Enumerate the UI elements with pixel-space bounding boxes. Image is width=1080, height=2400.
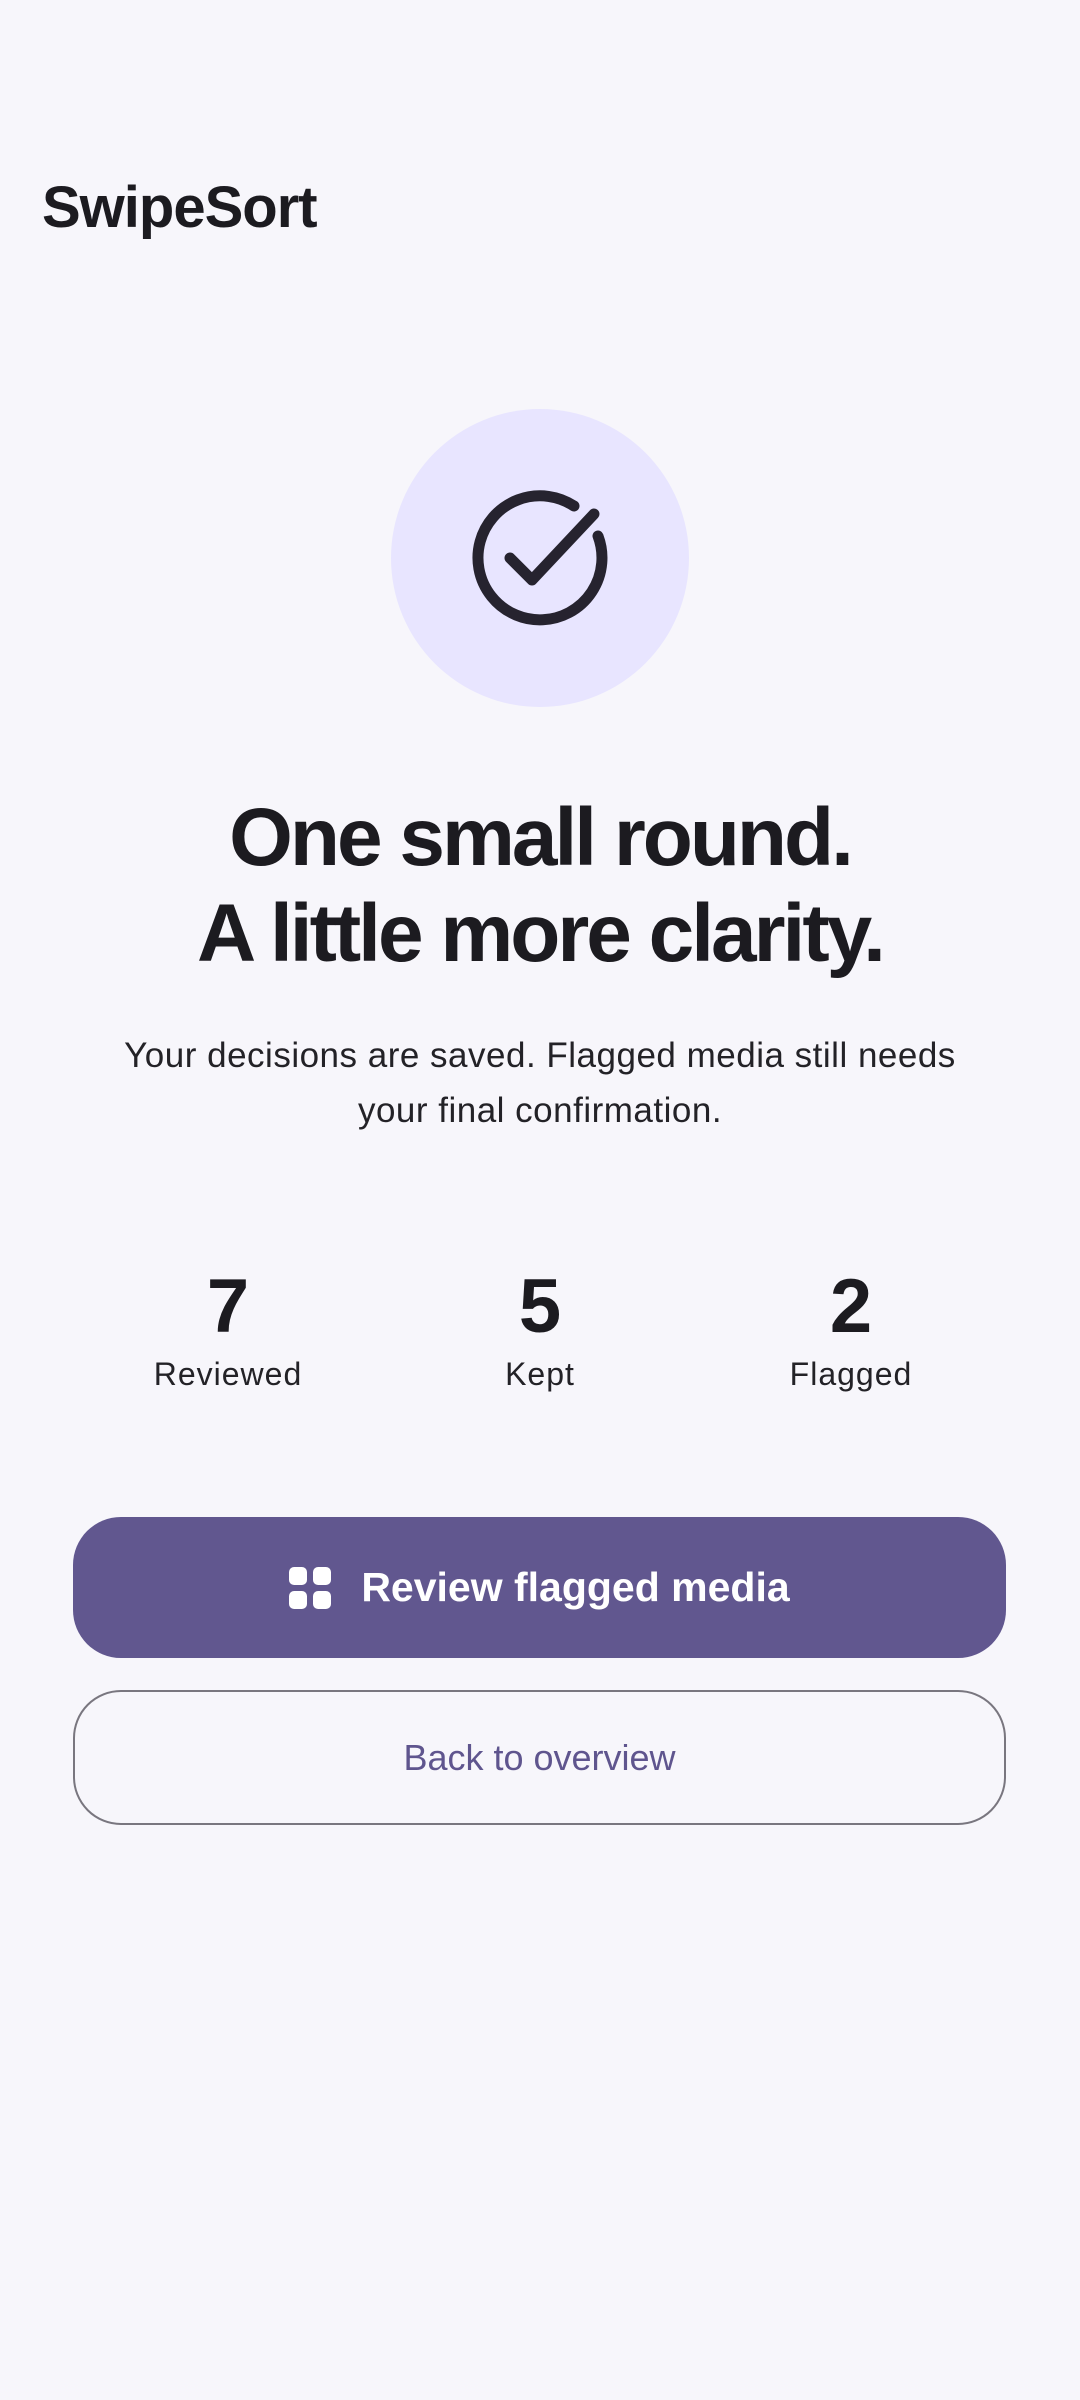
app-title: SwipeSort xyxy=(42,175,318,240)
stats-row: 7 Reviewed 5 Kept 2 Flagged xyxy=(0,1260,1080,1400)
review-flagged-media-label: Review flagged media xyxy=(361,1564,790,1610)
stat-label: Kept xyxy=(505,1356,575,1392)
headline-line-2: A little more clarity. xyxy=(197,888,886,979)
stat-flagged: 2 Flagged xyxy=(701,1260,1001,1394)
stat-label: Reviewed xyxy=(153,1356,303,1392)
review-flagged-media-button[interactable]: Review flagged media xyxy=(73,1517,1006,1658)
success-badge xyxy=(391,409,689,707)
check-circle-icon xyxy=(472,490,608,626)
headline: One small round. A little more clarity. xyxy=(0,790,1080,982)
subtitle: Your decisions are saved. Flagged media … xyxy=(124,1036,956,1130)
stat-kept: 5 Kept xyxy=(390,1260,690,1394)
grid-icon xyxy=(289,1566,332,1609)
stat-reviewed: 7 Reviewed xyxy=(78,1260,378,1394)
stat-value: 7 xyxy=(206,1264,250,1349)
headline-line-1: One small round. xyxy=(229,792,854,883)
stat-value: 2 xyxy=(829,1264,873,1349)
stat-label: Flagged xyxy=(789,1356,913,1392)
back-to-overview-button[interactable]: Back to overview xyxy=(73,1690,1006,1825)
stat-value: 5 xyxy=(518,1264,562,1349)
